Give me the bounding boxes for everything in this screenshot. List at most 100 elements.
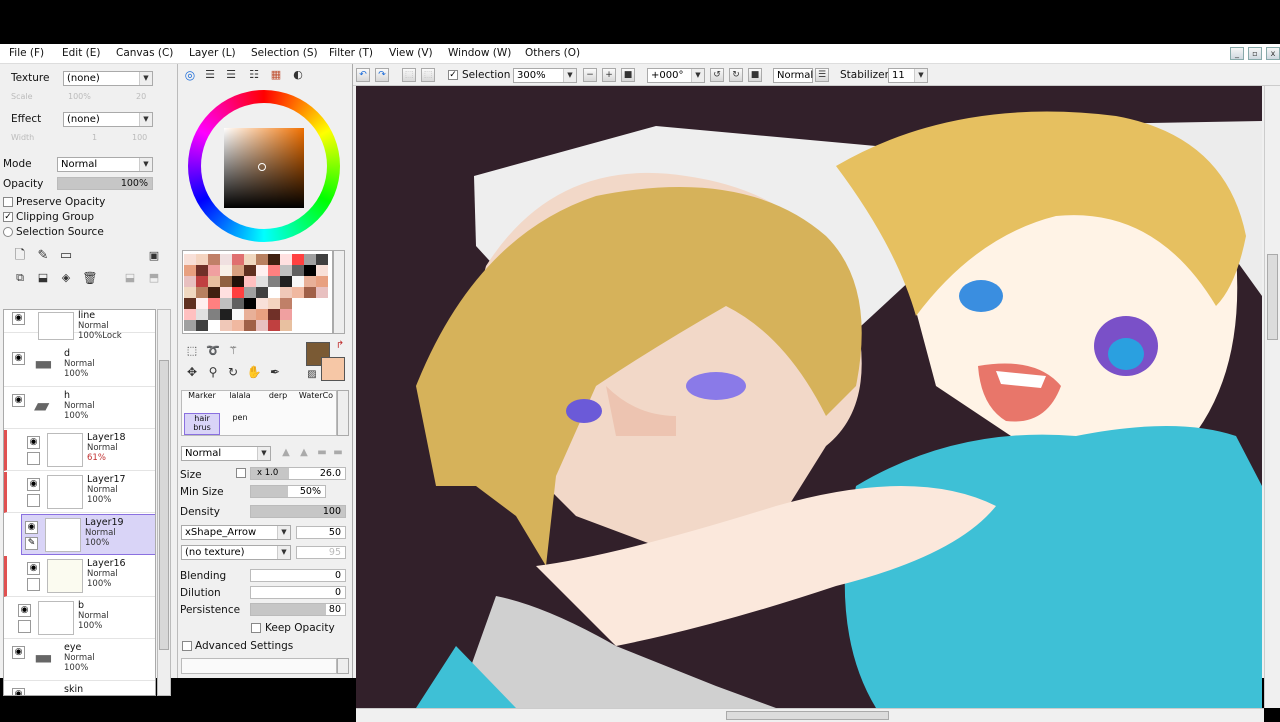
zoom-out-icon[interactable]: − (583, 68, 597, 82)
secondary-color-swatch[interactable] (321, 357, 345, 381)
show-selection-checkbox[interactable]: ✓ (448, 70, 458, 80)
color-swatch[interactable] (268, 309, 280, 320)
layer-item-layer19-selected[interactable]: ◉ ✎ Layer19 Normal 100% (21, 514, 155, 555)
delete-layer-icon[interactable]: 🗑 (82, 270, 98, 286)
redo-icon[interactable]: ↷ (375, 68, 389, 82)
dilution-slider[interactable]: 0 (250, 586, 346, 599)
color-wheel-tab-icon[interactable]: ◎ (182, 67, 198, 83)
menu-canvas[interactable]: Canvas (C) (116, 47, 173, 59)
keep-opacity-checkbox[interactable] (251, 623, 261, 633)
brush-presets-strip[interactable] (181, 658, 337, 674)
color-swatch[interactable] (280, 276, 292, 287)
brush-blend-mode-select[interactable]: Normal ▼ (181, 446, 271, 461)
color-swatch[interactable] (220, 287, 232, 298)
brush-preset[interactable]: Marker (184, 391, 220, 413)
color-swatch[interactable] (220, 320, 232, 331)
move-icon[interactable]: ✥ (184, 364, 200, 380)
blending-slider[interactable]: 0 (250, 569, 346, 582)
stabilizer-select[interactable]: 11 ▼ (888, 68, 928, 83)
scrollbar-thumb[interactable] (1267, 254, 1278, 340)
color-swatch[interactable] (232, 298, 244, 309)
scrollbar-thumb[interactable] (159, 360, 169, 650)
rotate-left-icon[interactable]: ↺ (710, 68, 724, 82)
swatches-scrollbar[interactable] (333, 250, 345, 334)
size-slider[interactable]: x 1.0 26.0 (250, 467, 346, 480)
visibility-eye-icon[interactable]: ◉ (27, 436, 40, 449)
color-swatch[interactable] (232, 309, 244, 320)
color-swatch[interactable] (304, 276, 316, 287)
color-swatch[interactable] (268, 276, 280, 287)
color-swatch[interactable] (304, 298, 316, 309)
swap-colors-icon[interactable]: ↱ (332, 338, 348, 354)
color-swatch[interactable] (208, 276, 220, 287)
brush-shape-select[interactable]: xShape_Arrow ▼ (181, 525, 291, 540)
color-swatch[interactable] (280, 320, 292, 331)
color-swatch[interactable] (292, 309, 304, 320)
color-swatch[interactable] (268, 320, 280, 331)
color-swatch[interactable] (256, 254, 268, 265)
color-swatch[interactable] (184, 265, 196, 276)
zoom-reset-icon[interactable]: ■ (621, 68, 635, 82)
color-swatch[interactable] (232, 265, 244, 276)
color-swatch[interactable] (304, 320, 316, 331)
color-swatch[interactable] (196, 265, 208, 276)
texture-select[interactable]: (none) ▼ (63, 71, 153, 86)
rotate-reset-icon[interactable]: ■ (748, 68, 762, 82)
color-swatch[interactable] (280, 265, 292, 276)
color-swatch[interactable] (292, 254, 304, 265)
color-swatch[interactable] (316, 254, 328, 265)
visibility-eye-icon[interactable]: ◉ (12, 352, 25, 365)
lock-icon[interactable]: ⬓ (122, 270, 138, 286)
menu-edit[interactable]: Edit (E) (62, 47, 101, 59)
scrollbar-thumb[interactable] (726, 711, 889, 720)
layer-item-line[interactable]: ◉ line Normal 100%Lock (4, 310, 155, 341)
menu-others[interactable]: Others (O) (525, 47, 580, 59)
color-swatch[interactable] (316, 320, 328, 331)
color-swatch[interactable] (244, 254, 256, 265)
rgb-slider-tab-icon[interactable]: ☰ (202, 67, 218, 83)
color-swatch[interactable] (304, 309, 316, 320)
lock-toggle[interactable] (27, 578, 40, 591)
color-swatch[interactable] (208, 287, 220, 298)
rect-select-icon[interactable]: ⬚ (184, 343, 200, 359)
transparent-color-icon[interactable]: ▨ (304, 367, 320, 383)
eyedropper-icon[interactable]: ✒ (267, 364, 283, 380)
color-swatch[interactable] (292, 320, 304, 331)
color-swatch[interactable] (280, 254, 292, 265)
color-swatch[interactable] (208, 254, 220, 265)
color-swatch[interactable] (268, 298, 280, 309)
layer-item-layer17[interactable]: ◉ Layer17 Normal 100% (4, 472, 155, 513)
transfer-down-icon[interactable]: ⧉ (12, 270, 28, 286)
color-swatch[interactable] (208, 298, 220, 309)
color-swatch[interactable] (244, 298, 256, 309)
menu-filter[interactable]: Filter (T) (329, 47, 373, 59)
brush-shape-round-icon[interactable]: ▲ (278, 445, 294, 461)
color-swatch[interactable] (184, 287, 196, 298)
color-swatch[interactable] (196, 287, 208, 298)
visibility-eye-icon[interactable]: ◉ (12, 394, 25, 407)
drawing-canvas[interactable] (356, 86, 1262, 708)
color-swatch[interactable] (280, 287, 292, 298)
invert-selection-icon[interactable]: ⬚ (421, 68, 435, 82)
color-swatch[interactable] (292, 287, 304, 298)
color-swatch[interactable] (196, 276, 208, 287)
menu-selection[interactable]: Selection (S) (251, 47, 318, 59)
size-pressure-checkbox[interactable] (236, 468, 246, 478)
color-swatch[interactable] (244, 309, 256, 320)
clipping-group-checkbox[interactable]: ✓ (3, 212, 13, 222)
blend-mode-select[interactable]: Normal ▼ (57, 157, 153, 172)
color-swatch[interactable] (220, 276, 232, 287)
menu-file[interactable]: File (F) (9, 47, 44, 59)
layer-item-layer16[interactable]: ◉ Layer16 Normal 100% (4, 556, 155, 597)
new-linework-layer-icon[interactable]: ✎ (35, 248, 51, 264)
color-swatch[interactable] (256, 309, 268, 320)
mixer-tab-icon[interactable]: ☷ (246, 67, 262, 83)
texture-strength-slider[interactable]: 95 (296, 546, 346, 559)
lock-toggle[interactable] (27, 452, 40, 465)
menu-window[interactable]: Window (W) (448, 47, 511, 59)
color-swatch[interactable] (316, 298, 328, 309)
brush-shape-flat-icon[interactable]: ▬ (314, 445, 330, 461)
color-swatch[interactable] (268, 265, 280, 276)
color-swatch[interactable] (232, 254, 244, 265)
density-slider[interactable]: 100 (250, 505, 346, 518)
